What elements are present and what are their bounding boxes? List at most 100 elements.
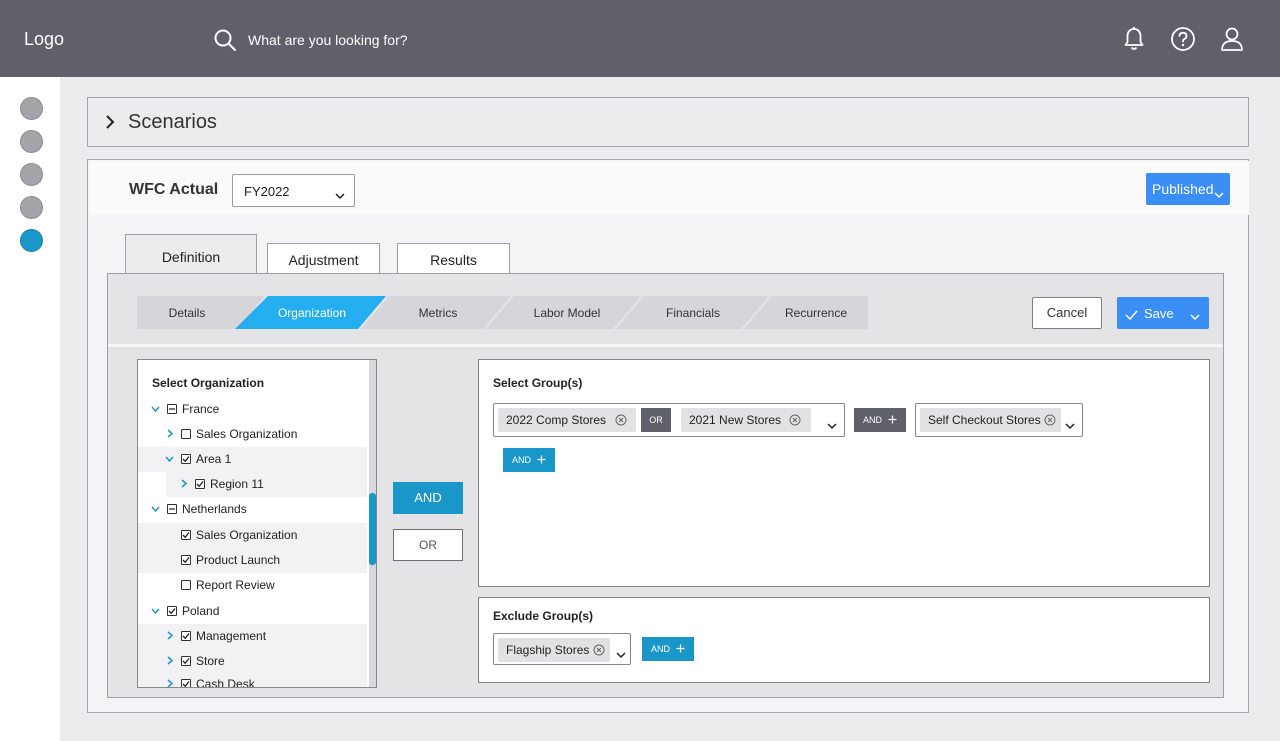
and-label: AND [512, 455, 532, 465]
scrollbar-thumb[interactable] [369, 493, 376, 565]
organization-tree: Select Organization France Sales Organiz… [137, 359, 377, 688]
panel-title: WFC Actual [129, 181, 219, 198]
divider [108, 344, 1223, 347]
tab-definition[interactable]: Definition [125, 234, 257, 274]
select-groups-title: Select Group(s) [493, 376, 583, 390]
tree-row-area-1[interactable]: Area 1 [138, 447, 367, 472]
checked-checkbox-icon[interactable] [195, 479, 205, 489]
tree-row-region-11[interactable]: Region 11 [166, 472, 367, 497]
fiscal-year-select[interactable]: FY2022 [232, 174, 355, 207]
partial-checkbox-icon[interactable] [167, 404, 177, 414]
remove-chip-icon[interactable] [789, 414, 801, 426]
step-dot-2[interactable] [20, 130, 43, 153]
exclude-multiselect[interactable]: Flagship Stores [493, 633, 631, 665]
remove-chip-icon[interactable] [1044, 414, 1056, 426]
search-input[interactable]: What are you looking for? [248, 32, 408, 48]
checkbox-icon[interactable] [181, 429, 191, 439]
chevron-down-icon[interactable] [616, 646, 626, 664]
checked-checkbox-icon[interactable] [181, 631, 191, 641]
group-multiselect-1[interactable]: 2022 Comp Stores OR 2021 New Stores [493, 403, 845, 437]
scenarios-title: Scenarios [128, 111, 217, 133]
and-button[interactable]: AND [393, 482, 463, 514]
tree-row-netherlands[interactable]: Netherlands [138, 497, 367, 522]
help-icon[interactable] [1170, 26, 1196, 57]
group-chip: Self Checkout Stores [920, 408, 1061, 432]
tree-row-poland[interactable]: Poland [138, 599, 367, 624]
tree-row-management[interactable]: Management [138, 624, 367, 649]
checked-checkbox-icon[interactable] [167, 606, 177, 616]
checked-checkbox-icon[interactable] [181, 454, 191, 464]
step-financials[interactable]: Financials [632, 306, 754, 320]
tab-results[interactable]: Results [397, 243, 510, 274]
checked-checkbox-icon[interactable] [181, 530, 191, 540]
organization-title: Select Organization [152, 376, 265, 390]
step-labor-model[interactable]: Labor Model [502, 306, 632, 320]
tree-label: Management [196, 629, 267, 643]
group-multiselect-2[interactable]: Self Checkout Stores [915, 403, 1083, 437]
select-groups-panel: Select Group(s) 2022 Comp Stores OR 2021… [478, 359, 1210, 587]
exclude-groups-title: Exclude Group(s) [493, 609, 594, 623]
chip-label: Flagship Stores [506, 643, 590, 657]
tree-label: Sales Organization [196, 427, 298, 441]
logo[interactable]: Logo [24, 29, 64, 50]
status-dropdown-button[interactable]: Published [1146, 173, 1230, 205]
step-metrics[interactable]: Metrics [377, 306, 499, 320]
tree-label: Sales Organization [196, 528, 298, 542]
tree-label: Product Launch [196, 553, 281, 567]
save-button[interactable]: Save [1117, 297, 1209, 329]
tree-label: France [182, 402, 220, 416]
tree-row-sales-organization[interactable]: Sales Organization [138, 422, 367, 447]
tree-row-product-launch[interactable]: Product Launch [138, 548, 367, 573]
save-label: Save [1144, 306, 1174, 321]
status-label: Published [1152, 181, 1214, 197]
chevron-down-icon [1214, 186, 1224, 202]
step-dot-1[interactable] [20, 97, 43, 120]
and-label: AND [651, 644, 671, 654]
user-icon[interactable] [1220, 26, 1244, 57]
checked-checkbox-icon[interactable] [181, 555, 191, 565]
tree-label: Store [196, 654, 225, 668]
plus-icon [888, 415, 897, 426]
or-operator-tag[interactable]: OR [641, 408, 671, 432]
checked-checkbox-icon[interactable] [181, 679, 191, 687]
tree-label: Poland [182, 604, 220, 618]
tree-row-france[interactable]: France [138, 397, 367, 422]
tab-adjustment[interactable]: Adjustment [267, 243, 380, 274]
step-organization[interactable]: Organization [247, 306, 377, 320]
search-icon[interactable] [213, 28, 237, 57]
exclude-groups-panel: Exclude Group(s) Flagship Stores AND [478, 597, 1210, 683]
step-details[interactable]: Details [137, 306, 237, 320]
partial-checkbox-icon[interactable] [167, 504, 177, 514]
or-button[interactable]: OR [393, 529, 463, 561]
remove-chip-icon[interactable] [615, 414, 627, 426]
check-icon [1125, 308, 1138, 323]
tree-label: Area 1 [196, 452, 232, 466]
add-and-button-dark[interactable]: AND [854, 408, 906, 432]
step-recurrence[interactable]: Recurrence [757, 306, 875, 320]
panel-header: WFC Actual FY2022 Published [89, 161, 1249, 215]
chevron-down-icon[interactable] [1190, 309, 1200, 324]
plus-icon [537, 455, 546, 466]
tree-row-report-review[interactable]: Report Review [138, 573, 367, 598]
tree-row-sales-organization-nl[interactable]: Sales Organization [138, 523, 367, 548]
chip-label: 2022 Comp Stores [506, 413, 607, 427]
checked-checkbox-icon[interactable] [181, 656, 191, 666]
tree-row-store[interactable]: Store [138, 649, 367, 674]
chevron-down-icon[interactable] [827, 417, 837, 435]
step-dot-4[interactable] [20, 196, 43, 219]
step-dot-5-active[interactable] [20, 229, 43, 252]
step-dot-3[interactable] [20, 163, 43, 186]
exclude-add-and-button[interactable]: AND [642, 637, 694, 661]
add-and-button[interactable]: AND [503, 448, 555, 472]
remove-chip-icon[interactable] [593, 644, 605, 656]
chevron-right-icon[interactable] [104, 114, 116, 135]
bell-icon[interactable] [1122, 26, 1146, 57]
tree-row-cash-desk[interactable]: Cash Desk [138, 672, 367, 687]
tree-label: Report Review [196, 578, 275, 592]
scenarios-section[interactable]: Scenarios [87, 97, 1249, 147]
cancel-button[interactable]: Cancel [1032, 297, 1102, 329]
checkbox-icon[interactable] [181, 580, 191, 590]
chip-label: Self Checkout Stores [928, 413, 1041, 427]
chevron-down-icon[interactable] [1065, 417, 1075, 435]
tree-label: Region 11 [210, 477, 264, 491]
